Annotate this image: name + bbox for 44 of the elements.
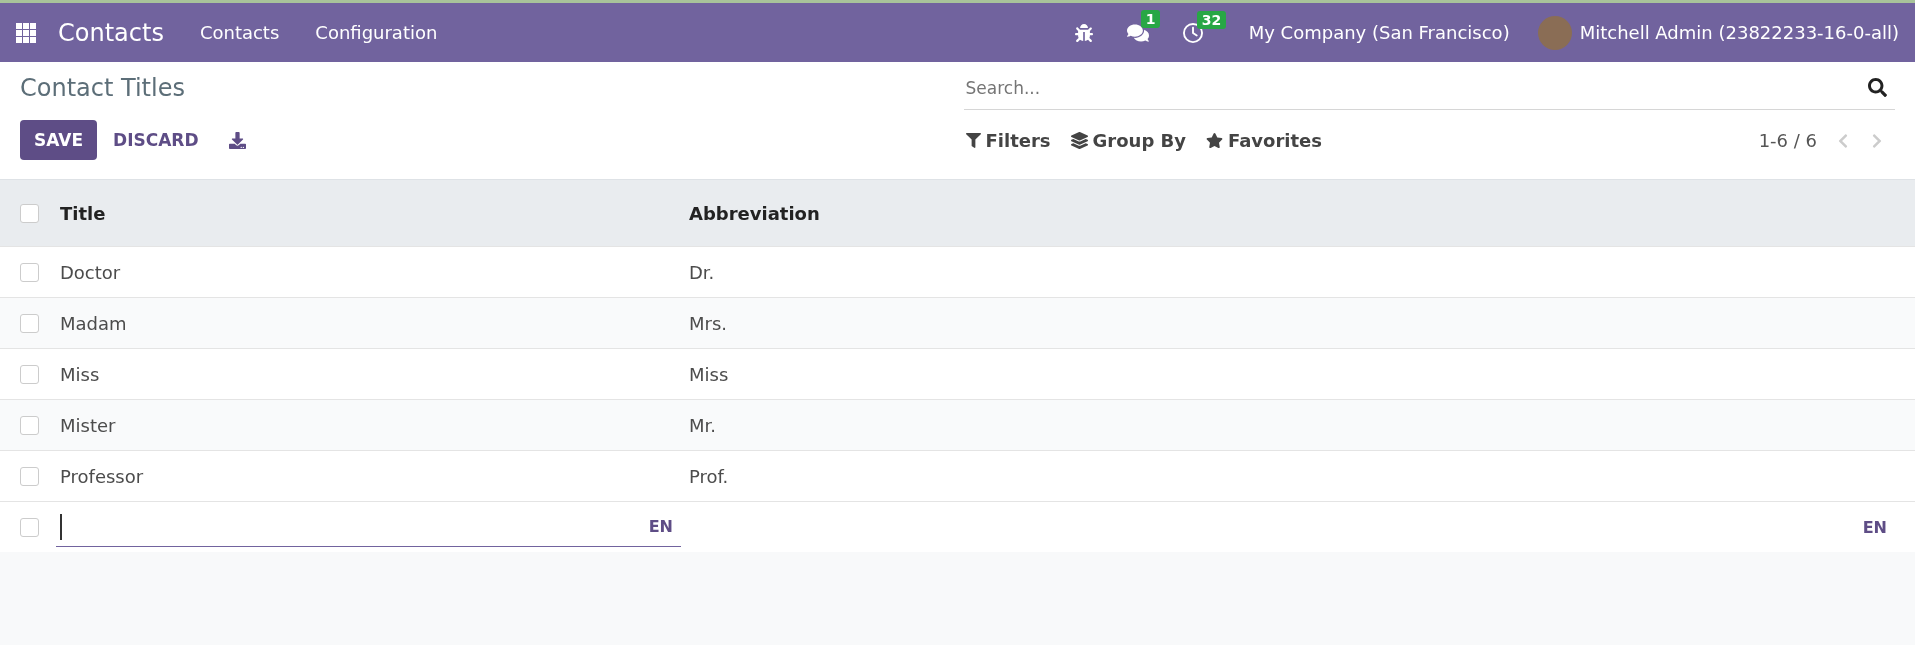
menu-item[interactable]: Contacts: [199, 22, 280, 43]
group-by-button[interactable]: Group By: [1068, 126, 1188, 155]
table-cell-text: Mr.: [688, 414, 717, 436]
row-checkbox[interactable]: [20, 517, 39, 537]
discard-button[interactable]: DISCARD: [109, 120, 203, 160]
select-all-checkbox[interactable]: [20, 203, 39, 223]
menu-item[interactable]: Configuration: [315, 22, 438, 43]
page-title: Contact Titles: [20, 74, 186, 102]
table-cell-text: Mister: [59, 414, 117, 436]
table-cell-text: Madam: [59, 312, 128, 334]
row-checkbox[interactable]: [20, 313, 39, 333]
table-cell-text: Mrs.: [688, 312, 729, 334]
row-checkbox[interactable]: [20, 364, 39, 384]
column-header[interactable]: Title: [56, 202, 681, 224]
user-menu[interactable]: Mitchell Admin (23822233-16-0-all): [1579, 22, 1899, 43]
language-tag[interactable]: EN: [648, 517, 673, 536]
row-checkbox[interactable]: [20, 466, 39, 486]
company-switcher[interactable]: My Company (San Francisco): [1248, 22, 1510, 43]
filter-icon: [965, 133, 981, 148]
row-checkbox[interactable]: [20, 415, 39, 435]
notification-badge: 32: [1196, 10, 1227, 29]
table-cell-text: Miss: [59, 363, 101, 385]
bug-icon[interactable]: [1074, 23, 1093, 42]
language-tag[interactable]: EN: [1862, 517, 1887, 537]
save-button[interactable]: SAVE: [20, 120, 98, 160]
table-cell-text: Dr.: [688, 261, 716, 283]
table-cell-text: Prof.: [688, 465, 730, 487]
notification-badge: 1: [1140, 9, 1161, 28]
pager-value: 1-6 / 6: [1758, 130, 1817, 151]
app-grid-icon[interactable]: [16, 22, 36, 43]
search-icon[interactable]: [1868, 78, 1887, 97]
star-icon: [1206, 132, 1223, 149]
app-name[interactable]: Contacts: [58, 18, 164, 47]
table-cell-text: Miss: [688, 363, 730, 385]
user-avatar[interactable]: [1537, 15, 1572, 50]
table-cell-text: Doctor: [59, 261, 122, 283]
table-cell-text: Professor: [59, 465, 145, 487]
layers-icon: [1070, 132, 1088, 149]
download-icon[interactable]: [228, 131, 246, 149]
favorites-button[interactable]: Favorites: [1204, 126, 1325, 155]
text-cursor: [60, 513, 62, 540]
column-header[interactable]: Abbreviation: [681, 202, 1915, 224]
row-checkbox[interactable]: [20, 262, 39, 282]
filters-button[interactable]: Filters: [963, 126, 1053, 155]
